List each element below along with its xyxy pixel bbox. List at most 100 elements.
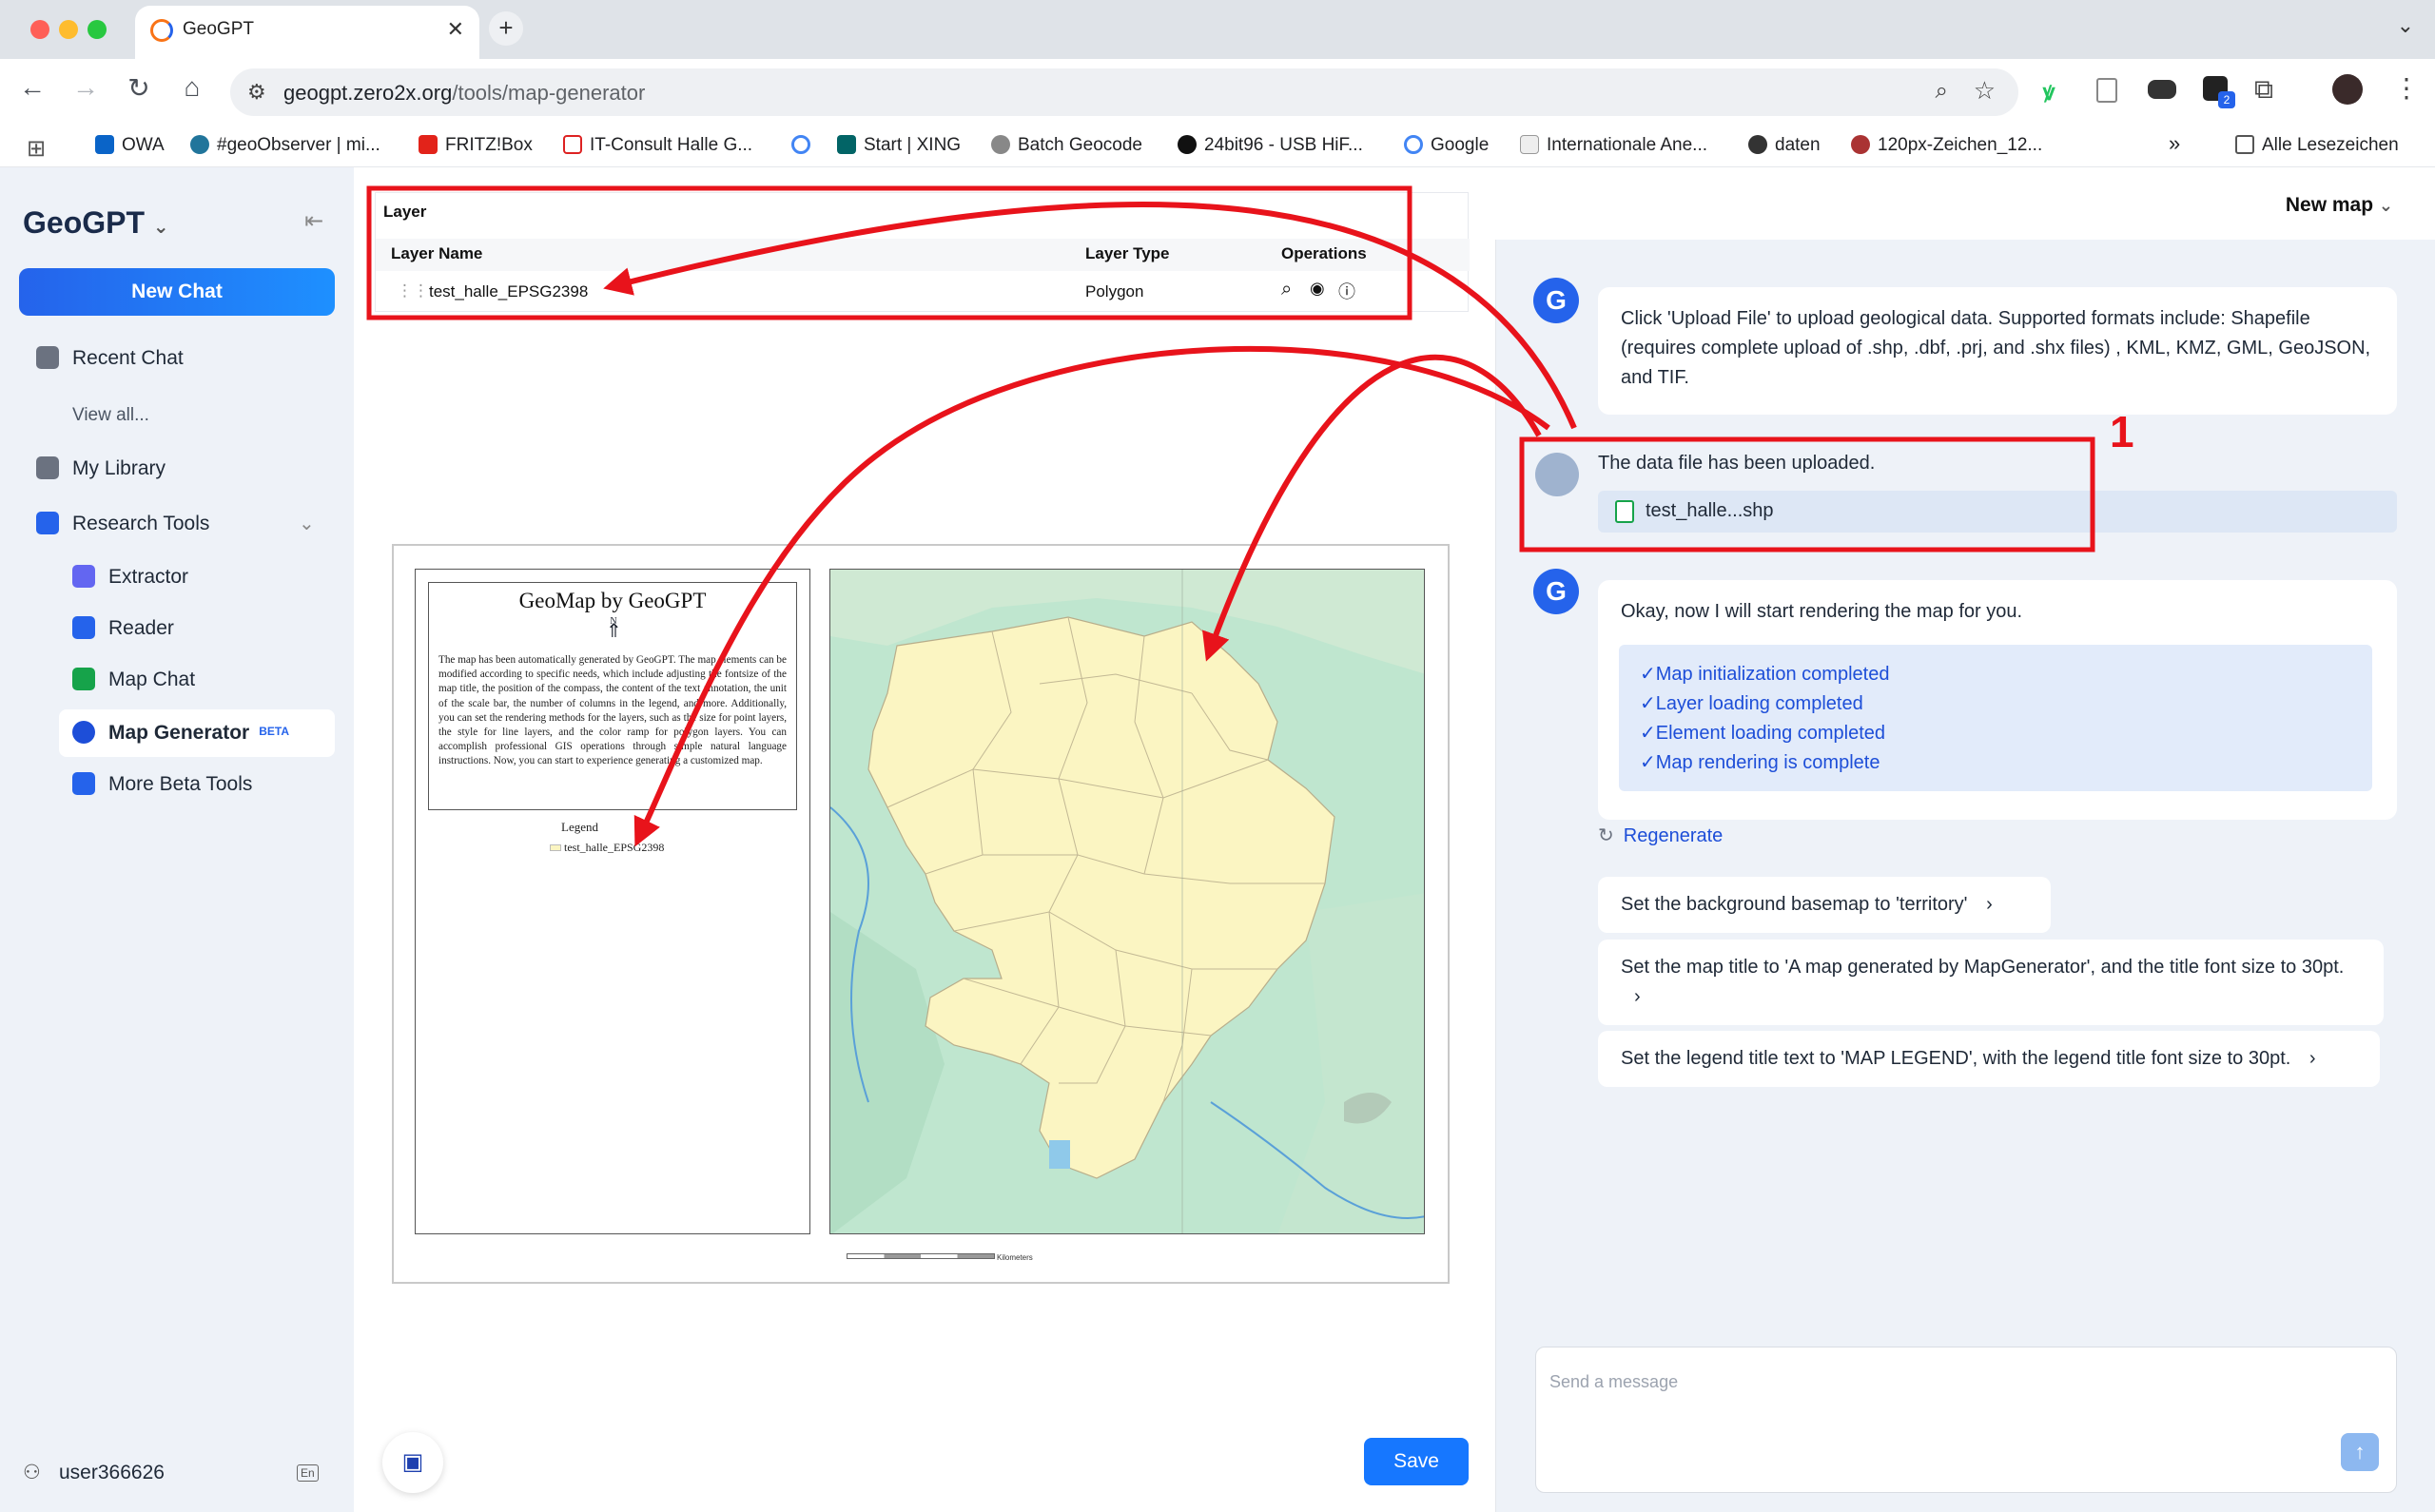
tool-more-beta[interactable]: More Beta Tools — [72, 772, 252, 796]
tool-reader[interactable]: Reader — [72, 616, 174, 640]
visibility-eye-icon[interactable]: ◉ — [1310, 279, 1325, 299]
suggestion-chip[interactable]: Set the legend title text to 'MAP LEGEND… — [1598, 1031, 2380, 1087]
uploaded-file[interactable]: test_halle...shp — [1598, 491, 2397, 533]
suggestion-chip[interactable]: Set the background basemap to 'territory… — [1598, 877, 2051, 933]
new-map-dropdown[interactable]: New map ⌄ — [2286, 194, 2393, 217]
all-bookmarks[interactable]: Alle Lesezeichen — [2235, 135, 2399, 156]
view-all-link[interactable]: View all... — [72, 405, 149, 426]
layer-row[interactable]: ⋮⋮ test_halle_EPSG2398 Polygon ⌕ ◉ ⓘ — [376, 273, 1470, 311]
book-icon[interactable]: ▣ — [382, 1432, 443, 1493]
info-icon[interactable]: ⓘ — [1338, 279, 1355, 303]
minimize-window-button[interactable] — [59, 20, 78, 39]
save-button[interactable]: Save — [1364, 1438, 1469, 1485]
legend-item: test_halle_EPSG2398 — [550, 841, 664, 855]
assistant-message-text: Okay, now I will start rendering the map… — [1621, 601, 2023, 622]
user-icon: ⚇ — [23, 1462, 41, 1483]
tools-grid-icon — [36, 512, 59, 534]
extension-badge: 2 — [2218, 91, 2235, 108]
tool-label: Map Generator — [108, 722, 250, 744]
bookmark-google-g[interactable] — [791, 135, 818, 156]
recent-chat[interactable]: Recent Chat — [36, 346, 184, 370]
send-arrow-icon[interactable]: ↑ — [2341, 1433, 2379, 1471]
collapse-sidebar-icon[interactable]: ⇤ — [304, 207, 323, 235]
tool-extractor[interactable]: Extractor — [72, 565, 188, 589]
bookmark-xing[interactable]: Start | XING — [837, 135, 961, 156]
bookmark-star-icon[interactable]: ☆ — [1974, 76, 1996, 106]
bookmark-label: #geoObserver | mi... — [217, 135, 380, 155]
bookmark-label: 120px-Zeichen_12... — [1878, 135, 2043, 155]
bookmark-geoobserver[interactable]: #geoObserver | mi... — [190, 135, 380, 156]
bookmark-it-consult[interactable]: IT-Consult Halle G... — [563, 135, 752, 156]
zoom-icon[interactable]: ⌕ — [1936, 78, 1948, 105]
check-item-label: Map initialization completed — [1655, 664, 1890, 685]
tab-title: GeoGPT — [183, 19, 254, 39]
chevron-right-icon: › — [2308, 1048, 2316, 1069]
username: user366626 — [59, 1462, 165, 1483]
zoom-to-layer-icon[interactable]: ⌕ — [1281, 279, 1292, 300]
chat-header: New map ⌄ — [1495, 167, 2435, 240]
tool-label: Map Chat — [108, 669, 196, 690]
bookmark-24bit96[interactable]: 24bit96 - USB HiF... — [1178, 135, 1363, 156]
brand-menu[interactable]: GeoGPT ⌄ — [23, 205, 169, 241]
map-text-annotation[interactable]: GeoMap by GeoGPT N ⇑ The map has been aut… — [428, 582, 797, 810]
extension-icon[interactable]: ꝟ — [2043, 76, 2070, 106]
home-icon[interactable]: ⌂ — [173, 72, 211, 103]
bookmark-owa[interactable]: OWA — [95, 135, 165, 156]
research-tools-chevron-icon[interactable]: ⌄ — [299, 512, 315, 535]
browser-toolbar: ← → ↻ ⌂ ⚙ geogpt.zero2x.org/tools/map-ge… — [0, 59, 2435, 126]
bookmark-fritzbox[interactable]: FRITZ!Box — [419, 135, 533, 156]
regenerate-button[interactable]: ↻ Regenerate — [1598, 824, 1723, 847]
language-toggle[interactable]: En — [297, 1464, 319, 1482]
chevron-right-icon: › — [1634, 986, 1641, 1007]
beta-badge: BETA — [259, 725, 289, 738]
check-item: ✓Map initialization completed — [1640, 664, 1890, 685]
tool-label: More Beta Tools — [108, 773, 253, 795]
new-tab-button[interactable]: + — [489, 11, 523, 46]
close-window-button[interactable] — [30, 20, 49, 39]
site-settings-icon[interactable]: ⚙ — [247, 80, 266, 105]
bookmark-label: IT-Consult Halle G... — [590, 135, 753, 155]
suggestion-chip[interactable]: Set the map title to 'A map generated by… — [1598, 940, 2384, 1025]
map-canvas[interactable] — [829, 569, 1425, 1234]
tool-map-chat[interactable]: Map Chat — [72, 668, 195, 691]
my-library[interactable]: My Library — [36, 456, 166, 480]
research-tools[interactable]: Research Tools — [36, 512, 209, 535]
bookmark-label: FRITZ!Box — [445, 135, 533, 155]
tab-search-chevron-icon[interactable]: ⌄ — [2397, 13, 2414, 38]
bookmark-batch-geocode[interactable]: Batch Geocode — [991, 135, 1142, 156]
legend-item-label: test_halle_EPSG2398 — [564, 841, 665, 854]
incognito-extension-icon[interactable] — [2148, 80, 2176, 99]
scale-unit: Kilometers — [997, 1253, 1033, 1262]
drag-handle-icon[interactable]: ⋮⋮ — [397, 281, 429, 300]
forward-icon[interactable]: → — [67, 72, 105, 103]
message-input[interactable]: Send a message ↑ — [1535, 1347, 2397, 1493]
map-generator-item[interactable]: Map Generator BETA — [72, 721, 289, 745]
research-tools-label: Research Tools — [72, 513, 210, 534]
close-tab-icon[interactable]: ✕ — [447, 17, 464, 42]
back-icon[interactable]: ← — [13, 72, 51, 103]
check-item-label: Layer loading completed — [1655, 693, 1863, 714]
bookmark-120px[interactable]: 120px-Zeichen_12... — [1851, 135, 2042, 156]
maximize-window-button[interactable] — [88, 20, 107, 39]
puzzle-extensions-icon[interactable]: ⧉ — [2254, 74, 2273, 106]
recent-chat-label: Recent Chat — [72, 347, 184, 369]
col-layer-type: Layer Type — [1085, 244, 1170, 262]
browser-menu-icon[interactable]: ⋮ — [2393, 72, 2420, 104]
reader-extension-icon[interactable] — [2096, 78, 2117, 103]
more-bookmarks-icon[interactable]: » — [2169, 131, 2180, 156]
geogpt-avatar: G — [1533, 569, 1579, 614]
user-account[interactable]: ⚇ user366626 — [23, 1461, 165, 1484]
apps-grid-icon[interactable]: ⊞ — [27, 135, 46, 163]
bookmark-label: Internationale Ane... — [1547, 135, 1708, 155]
browser-tab[interactable]: GeoGPT ✕ — [135, 6, 479, 59]
bookmark-wikipedia[interactable]: Internationale Ane... — [1520, 135, 1707, 156]
address-bar[interactable]: ⚙ geogpt.zero2x.org/tools/map-generator … — [230, 68, 2018, 116]
geogpt-avatar: G — [1533, 278, 1579, 323]
bookmark-google[interactable]: Google — [1404, 135, 1489, 156]
profile-avatar[interactable] — [2332, 74, 2363, 105]
bookmark-daten[interactable]: daten — [1748, 135, 1821, 156]
reload-icon[interactable]: ↻ — [120, 72, 158, 104]
col-layer-name: Layer Name — [391, 244, 483, 262]
check-item-label: Element loading completed — [1655, 723, 1886, 744]
new-chat-button[interactable]: New Chat — [19, 268, 335, 316]
